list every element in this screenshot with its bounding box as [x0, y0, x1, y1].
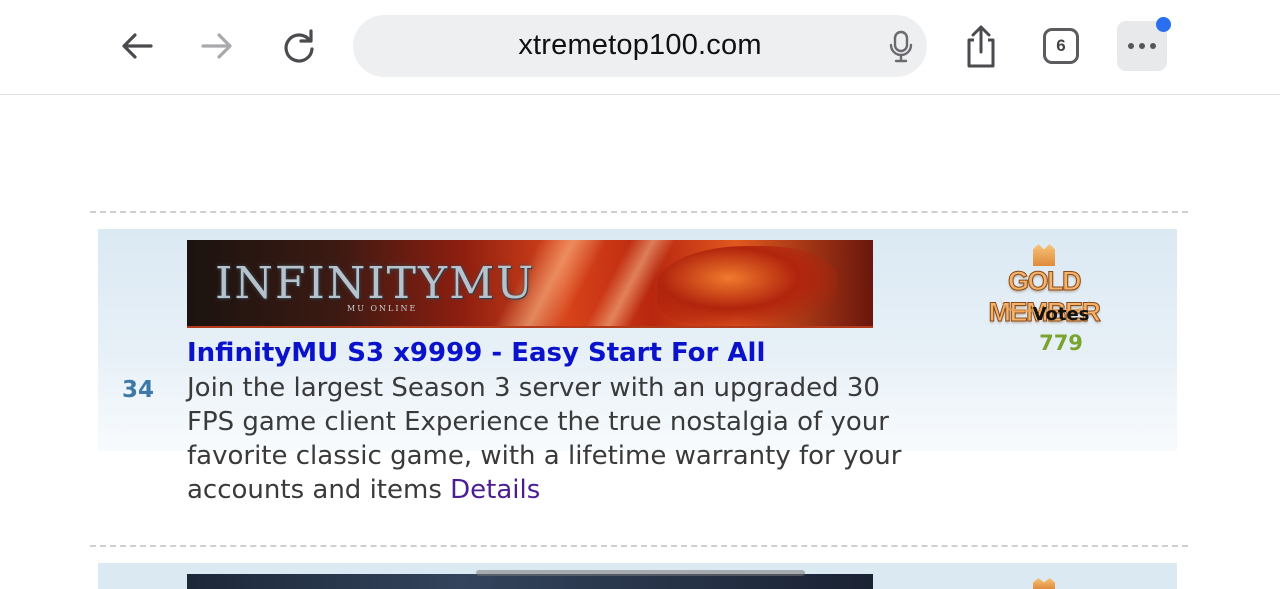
microphone-icon[interactable]: [889, 30, 913, 64]
banner-logo: INFINITYMU: [215, 258, 536, 309]
gold-member-badge: GOLD MEMBER: [962, 244, 1126, 328]
more-icon-dot: [1150, 43, 1156, 49]
next-server-banner[interactable]: [187, 574, 873, 589]
share-button[interactable]: [956, 22, 1006, 72]
server-title-link[interactable]: InfinityMU S3 x9999 - Easy Start For All: [187, 338, 765, 368]
tabs-button[interactable]: 6: [1043, 28, 1079, 64]
row-divider: [90, 211, 1188, 213]
banner-subtitle: MU ONLINE: [347, 304, 418, 313]
browser-toolbar: xtremetop100.com 6: [0, 0, 1280, 95]
server-description: Join the largest Season 3 server with an…: [187, 371, 917, 507]
back-button[interactable]: [112, 21, 162, 71]
more-icon: [1128, 43, 1134, 49]
scroll-indicator[interactable]: [476, 570, 805, 576]
rank-number: 34: [122, 377, 155, 403]
reload-icon: [284, 29, 314, 63]
details-link[interactable]: Details: [450, 475, 540, 505]
crown-icon: [1033, 244, 1055, 266]
more-icon-dot: [1139, 43, 1145, 49]
share-icon: [967, 25, 995, 68]
row-divider: [90, 545, 1188, 547]
forward-button[interactable]: [192, 21, 242, 71]
url-text: xtremetop100.com: [518, 29, 762, 61]
description-text: Join the largest Season 3 server with an…: [187, 373, 902, 505]
votes-label: Votes: [1032, 304, 1090, 325]
votes-count: 779: [1039, 331, 1083, 355]
server-banner[interactable]: INFINITYMU MU ONLINE: [187, 240, 873, 328]
banner-dragon-art: [657, 246, 837, 326]
forward-arrow-icon: [201, 33, 232, 59]
notification-dot: [1156, 17, 1171, 32]
address-bar[interactable]: xtremetop100.com: [353, 15, 927, 77]
back-arrow-icon: [122, 33, 153, 59]
reload-button[interactable]: [274, 21, 324, 71]
tab-count: 6: [1056, 36, 1066, 55]
